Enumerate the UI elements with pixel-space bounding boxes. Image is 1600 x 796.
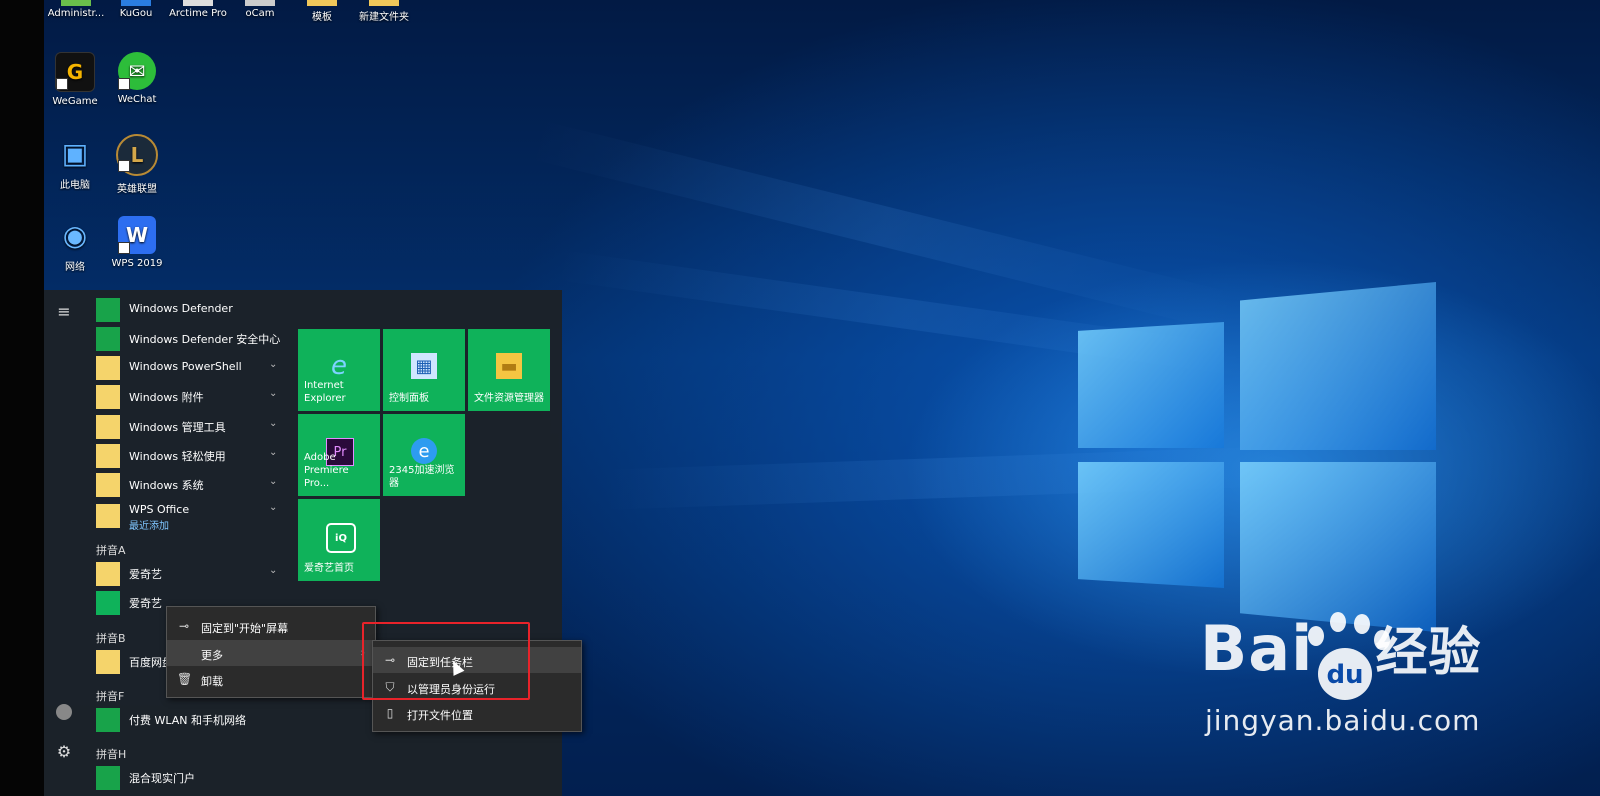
folder-icon — [96, 504, 120, 528]
folder-icon — [96, 650, 120, 674]
computer-icon: ▣ — [61, 136, 89, 170]
app-wps-office[interactable]: WPS Office 最近添加 ⌄ — [96, 500, 281, 532]
screen-left-edge — [0, 0, 44, 796]
wlan-icon — [96, 708, 120, 732]
app-windows-admin-tools[interactable]: Windows 管理工具 ⌄ — [96, 413, 281, 439]
chevron-down-icon: ⌄ — [269, 418, 278, 429]
hamburger-menu-icon[interactable]: ≡ — [54, 302, 74, 322]
paw-toe — [1330, 612, 1346, 632]
folder-icon — [96, 415, 120, 439]
shortcut-arrow-icon — [118, 160, 130, 172]
menu-item-open-file-location[interactable]: ▯ 打开文件位置 — [373, 700, 581, 726]
desktop-icon-new-folder[interactable]: 新建文件夹 — [352, 0, 416, 23]
desktop-icon-template[interactable]: 模板 — [290, 0, 354, 23]
desktop-wallpaper: Administr... KuGou Arctime Pro oCam 模板 新… — [0, 0, 1600, 796]
chevron-down-icon: ⌄ — [269, 476, 278, 487]
network-icon: ◉ — [62, 218, 88, 252]
baidu-paw-icon: du — [1318, 648, 1372, 700]
tile-internet-explorer[interactable]: e Internet Explorer — [298, 329, 380, 411]
chevron-down-icon: ⌄ — [269, 359, 278, 370]
app-windows-accessories[interactable]: Windows 附件 ⌄ — [96, 383, 281, 409]
group-header-h[interactable]: 拼音H — [96, 746, 126, 762]
app-iqiyi-folder[interactable]: 爱奇艺 ⌄ — [96, 560, 281, 586]
iqiyi-icon — [96, 591, 120, 615]
chevron-down-icon: ⌄ — [269, 447, 278, 458]
shortcut-arrow-icon — [118, 242, 130, 254]
desktop-icon-wegame[interactable]: G WeGame — [43, 52, 107, 107]
group-header-f[interactable]: 拼音F — [96, 688, 124, 704]
app-mixed-reality[interactable]: 混合现实门户 — [96, 764, 281, 790]
user-avatar-icon[interactable] — [54, 702, 74, 722]
browser-icon: e — [411, 438, 437, 464]
iqiyi-icon: iQ — [326, 523, 356, 553]
tile-control-panel[interactable]: ▦ 控制面板 — [383, 329, 465, 411]
app-windows-defender-center[interactable]: Windows Defender 安全中心 — [96, 325, 281, 351]
desktop-icon-wps[interactable]: W WPS 2019 — [105, 216, 169, 269]
folder-icon — [96, 473, 120, 497]
tile-2345-browser[interactable]: e 2345加速浏览器 — [383, 414, 465, 496]
folder-icon — [96, 356, 120, 380]
shortcut-arrow-icon — [56, 78, 68, 90]
desktop-icon-administrator[interactable]: Administr... — [44, 0, 108, 19]
tile-iqiyi-home[interactable]: iQ 爱奇艺首页 — [298, 499, 380, 581]
chevron-down-icon: ⌄ — [269, 502, 278, 513]
folder-icon — [96, 562, 120, 586]
app-windows-powershell[interactable]: Windows PowerShell ⌄ — [96, 354, 281, 380]
file-icon: ▯ — [386, 706, 394, 720]
shield-icon — [96, 327, 120, 351]
desktop-icon-kugou[interactable]: KuGou — [104, 0, 168, 19]
app-windows-system[interactable]: Windows 系统 ⌄ — [96, 471, 281, 497]
desktop-icon-lol[interactable]: L 英雄联盟 — [105, 134, 169, 195]
settings-gear-icon[interactable]: ⚙ — [54, 742, 74, 762]
desktop-icon-this-pc[interactable]: ▣ 此电脑 — [43, 134, 107, 192]
tile-file-explorer[interactable]: ▬ 文件资源管理器 — [468, 329, 550, 411]
group-header-a[interactable]: 拼音A — [96, 542, 126, 558]
chevron-down-icon: ⌄ — [269, 388, 278, 399]
shortcut-arrow-icon — [118, 78, 130, 90]
shield-icon — [96, 298, 120, 322]
ie-icon: e — [331, 351, 347, 381]
file-explorer-icon: ▬ — [496, 353, 522, 379]
desktop-icon-wechat[interactable]: ✉ WeChat — [105, 52, 169, 105]
tile-adobe-premiere[interactable]: Pr Adobe Premiere Pro... — [298, 414, 380, 496]
menu-item-uninstall[interactable]: 🗑 卸载 — [167, 666, 375, 692]
app-windows-defender[interactable]: Windows Defender — [96, 296, 281, 322]
desktop-icon-arctime[interactable]: Arctime Pro — [166, 0, 230, 19]
start-menu-rail: ≡ ⚙ — [44, 290, 84, 796]
chevron-down-icon: ⌄ — [269, 565, 278, 576]
paw-toe — [1308, 626, 1324, 646]
watermark-url: jingyan.baidu.com — [1205, 704, 1481, 737]
folder-icon — [96, 444, 120, 468]
menu-item-pin-to-start[interactable]: ⊸ 固定到"开始"屏幕 — [167, 613, 375, 639]
group-header-b[interactable]: 拼音B — [96, 630, 126, 646]
paw-toe — [1374, 630, 1390, 650]
mixed-reality-icon — [96, 766, 120, 790]
paw-toe — [1354, 614, 1370, 634]
app-context-menu: ⊸ 固定到"开始"屏幕 更多 › 🗑 卸载 — [166, 606, 376, 698]
desktop-icon-network[interactable]: ◉ 网络 — [43, 216, 107, 274]
app-paid-wlan[interactable]: 付费 WLAN 和手机网络 — [96, 706, 281, 732]
pin-icon: ⊸ — [178, 619, 190, 633]
control-panel-icon: ▦ — [411, 353, 437, 379]
folder-icon — [96, 385, 120, 409]
desktop-icon-ocam[interactable]: oCam — [228, 0, 292, 19]
trash-icon: 🗑 — [177, 672, 193, 686]
menu-item-more[interactable]: 更多 › — [167, 640, 375, 666]
annotation-highlight-box — [362, 622, 530, 700]
app-windows-ease-of-access[interactable]: Windows 轻松使用 ⌄ — [96, 442, 281, 468]
